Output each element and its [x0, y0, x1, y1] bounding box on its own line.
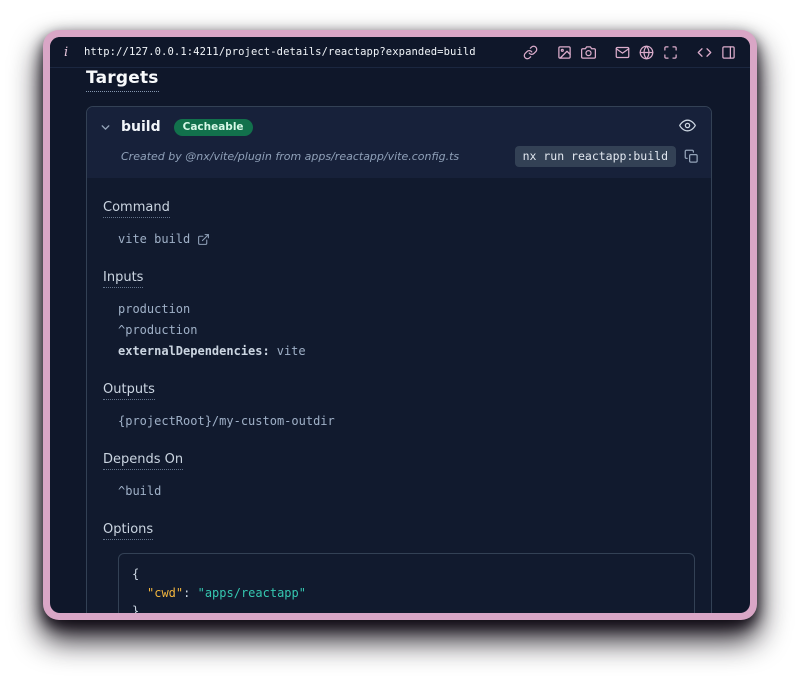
input-item: ^production: [103, 320, 695, 341]
fullscreen-icon[interactable]: [663, 45, 678, 60]
json-key: "cwd": [147, 586, 183, 600]
page-content: Targets build Cacheable: [50, 68, 750, 613]
mail-icon[interactable]: [615, 45, 630, 60]
build-card-body: Command vite build Inputs production ^pr…: [87, 178, 711, 613]
external-link-icon[interactable]: [197, 233, 210, 246]
camera-icon[interactable]: [581, 45, 596, 60]
depends-on-item: ^build: [103, 481, 695, 502]
target-name-build: build: [121, 119, 161, 135]
target-card-build: build Cacheable Created by @nx/vite/plug…: [86, 106, 712, 613]
cacheable-badge: Cacheable: [174, 119, 253, 136]
info-icon[interactable]: i: [64, 45, 80, 60]
eye-icon[interactable]: [679, 117, 699, 137]
output-item: {projectRoot}/my-custom-outdir: [103, 411, 695, 432]
created-by-text: Created by @nx/vite/plugin from apps/rea…: [99, 150, 459, 163]
json-string-value: "apps/reactapp": [198, 586, 306, 600]
browser-window-frame: i http://127.0.0.1:4211/project-details/…: [43, 30, 757, 620]
section-command-label[interactable]: Command: [103, 200, 170, 218]
build-card-header: build Cacheable Created by @nx/vite/plug…: [87, 107, 711, 178]
section-depends-on-label[interactable]: Depends On: [103, 452, 183, 470]
address-bar[interactable]: http://127.0.0.1:4211/project-details/re…: [84, 46, 523, 58]
screenshot-icon[interactable]: [557, 45, 572, 60]
section-outputs-label[interactable]: Outputs: [103, 382, 155, 400]
run-command-chip: nx run reactapp:build: [515, 146, 676, 167]
code-icon[interactable]: [697, 45, 712, 60]
globe-icon[interactable]: [639, 45, 654, 60]
layout-sidebar-icon[interactable]: [721, 45, 736, 60]
copy-icon[interactable]: [684, 149, 699, 164]
options-json-block: { "cwd": "apps/reactapp" }: [118, 553, 695, 613]
input-item: production: [103, 299, 695, 320]
link-icon[interactable]: [523, 45, 538, 60]
browser-window: i http://127.0.0.1:4211/project-details/…: [50, 37, 750, 613]
browser-toolbar: i http://127.0.0.1:4211/project-details/…: [50, 37, 750, 68]
section-inputs-label[interactable]: Inputs: [103, 270, 143, 288]
page-title[interactable]: Targets: [86, 68, 159, 92]
chevron-down-icon[interactable]: [99, 121, 112, 134]
section-options-label[interactable]: Options: [103, 522, 153, 540]
input-external-deps: externalDependencies:vite: [103, 341, 695, 362]
toolbar-icon-area: [523, 45, 736, 60]
command-value: vite build: [118, 229, 190, 250]
